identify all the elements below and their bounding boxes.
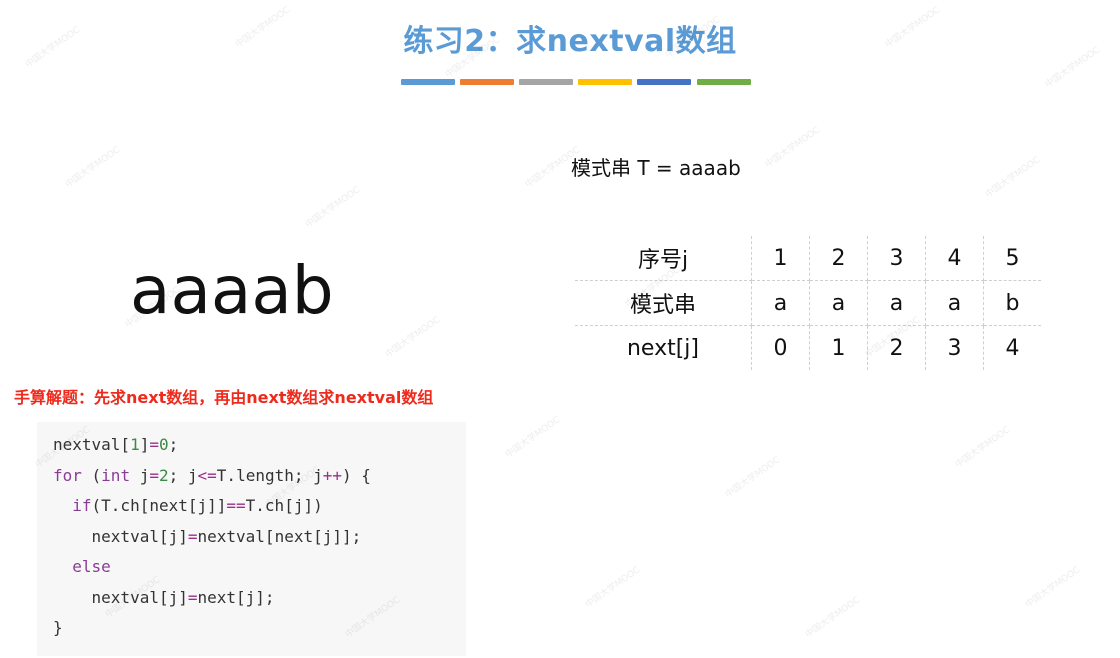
watermark-text: 中国大学MOOC	[583, 565, 643, 611]
code-token: =	[149, 435, 159, 454]
color-bar-segment	[697, 79, 751, 85]
code-token: 1	[130, 435, 140, 454]
watermark-text: 中国大学MOOC	[503, 415, 563, 461]
code-token: (T.ch[next[j]]	[91, 496, 227, 515]
color-bar-segment	[519, 79, 573, 85]
table-cell: b	[983, 280, 1041, 326]
code-line: nextval[j]=nextval[next[j]];	[53, 522, 466, 553]
code-token: int	[101, 465, 131, 485]
row-header: 模式串	[575, 280, 752, 326]
code-token: =	[187, 526, 198, 546]
table-row: 模式串 a a a a b	[575, 280, 1041, 326]
code-token: ; j	[168, 465, 198, 485]
code-token: =	[187, 587, 198, 607]
table-cell: a	[867, 280, 926, 326]
hand-calc-note: 手算解题：先求next数组，再由next数组求nextval数组	[14, 388, 434, 407]
code-token: nextval[	[53, 435, 131, 454]
next-table: 序号j 1 2 3 4 5 模式串 a a a a b next[j] 0 1 …	[575, 236, 1041, 370]
watermark-text: 中国大学MOOC	[63, 145, 123, 191]
code-token: ==	[226, 496, 246, 515]
watermark-text: 中国大学MOOC	[1023, 565, 1083, 611]
table-cell: 5	[983, 236, 1041, 281]
code-token: 2	[158, 465, 169, 485]
code-token: }	[53, 618, 63, 637]
code-token: 0	[158, 435, 169, 454]
watermark-text: 中国大学MOOC	[383, 315, 443, 361]
table-cell: 4	[1005, 335, 1020, 361]
pattern-label: 模式串 T = aaaab	[571, 156, 741, 180]
table-cell: 3	[867, 236, 926, 281]
watermark-text: 中国大学MOOC	[803, 595, 863, 641]
code-token: ]	[139, 435, 150, 454]
code-token: nextval[j]	[53, 526, 188, 546]
code-line: if(T.ch[next[j]]==T.ch[j])	[53, 491, 466, 522]
code-token: else	[72, 557, 111, 576]
watermark-text: 中国大学MOOC	[723, 455, 783, 501]
color-bar-segment	[460, 79, 514, 85]
code-token: for	[53, 465, 82, 485]
table-cell: 3	[925, 325, 984, 370]
table-cell: 1	[751, 236, 810, 281]
color-bar-segment	[637, 79, 691, 85]
code-token: j	[130, 465, 150, 485]
table-cell: a	[925, 280, 984, 326]
pattern-string-display: aaaab	[130, 252, 334, 329]
table-row: next[j] 0 1 2 3 4	[575, 325, 1041, 370]
slide-title: 练习2：求nextval数组	[403, 24, 737, 59]
code-token: nextval[j]	[53, 587, 188, 607]
code-token: T.ch[j])	[245, 496, 323, 515]
code-token: next[j];	[197, 587, 275, 607]
watermark-text: 中国大学MOOC	[983, 155, 1043, 201]
code-token: <=	[197, 465, 217, 485]
code-token: =	[149, 465, 159, 485]
watermark-text: 中国大学MOOC	[953, 425, 1013, 471]
color-bar-segment	[578, 79, 632, 85]
table-cell: a	[809, 280, 868, 326]
table-cell: a	[751, 280, 810, 326]
code-token: ;	[168, 435, 179, 454]
code-token: ++	[322, 465, 343, 485]
table-row: 序号j 1 2 3 4 5	[575, 236, 1041, 281]
code-block: nextval[1]=0; for (int j=2; j<=T.length; …	[37, 422, 466, 656]
watermark-text: 中国大学MOOC	[303, 185, 363, 231]
table-cell: 2	[809, 236, 868, 281]
code-line: nextval[1]=0;	[53, 430, 466, 461]
code-line: else	[53, 552, 466, 583]
watermark-text: 中国大学MOOC	[763, 125, 823, 171]
code-token: (	[81, 465, 102, 485]
code-token: if	[72, 496, 92, 515]
row-header: 序号j	[575, 236, 752, 281]
code-token: ) {	[342, 465, 371, 485]
table-cell: 2	[867, 325, 926, 370]
code-line: for (int j=2; j<=T.length; j++) {	[53, 461, 466, 492]
code-line: nextval[j]=next[j];	[53, 583, 466, 614]
code-token: nextval[next[j]];	[197, 526, 362, 546]
color-bar-segment	[401, 79, 455, 85]
row-header: next[j]	[575, 325, 752, 370]
code-line: }	[53, 613, 466, 644]
table-cell: 0	[751, 325, 810, 370]
table-cell: 1	[809, 325, 868, 370]
table-cell: 4	[925, 236, 984, 281]
code-token: T.length; j	[216, 465, 323, 485]
